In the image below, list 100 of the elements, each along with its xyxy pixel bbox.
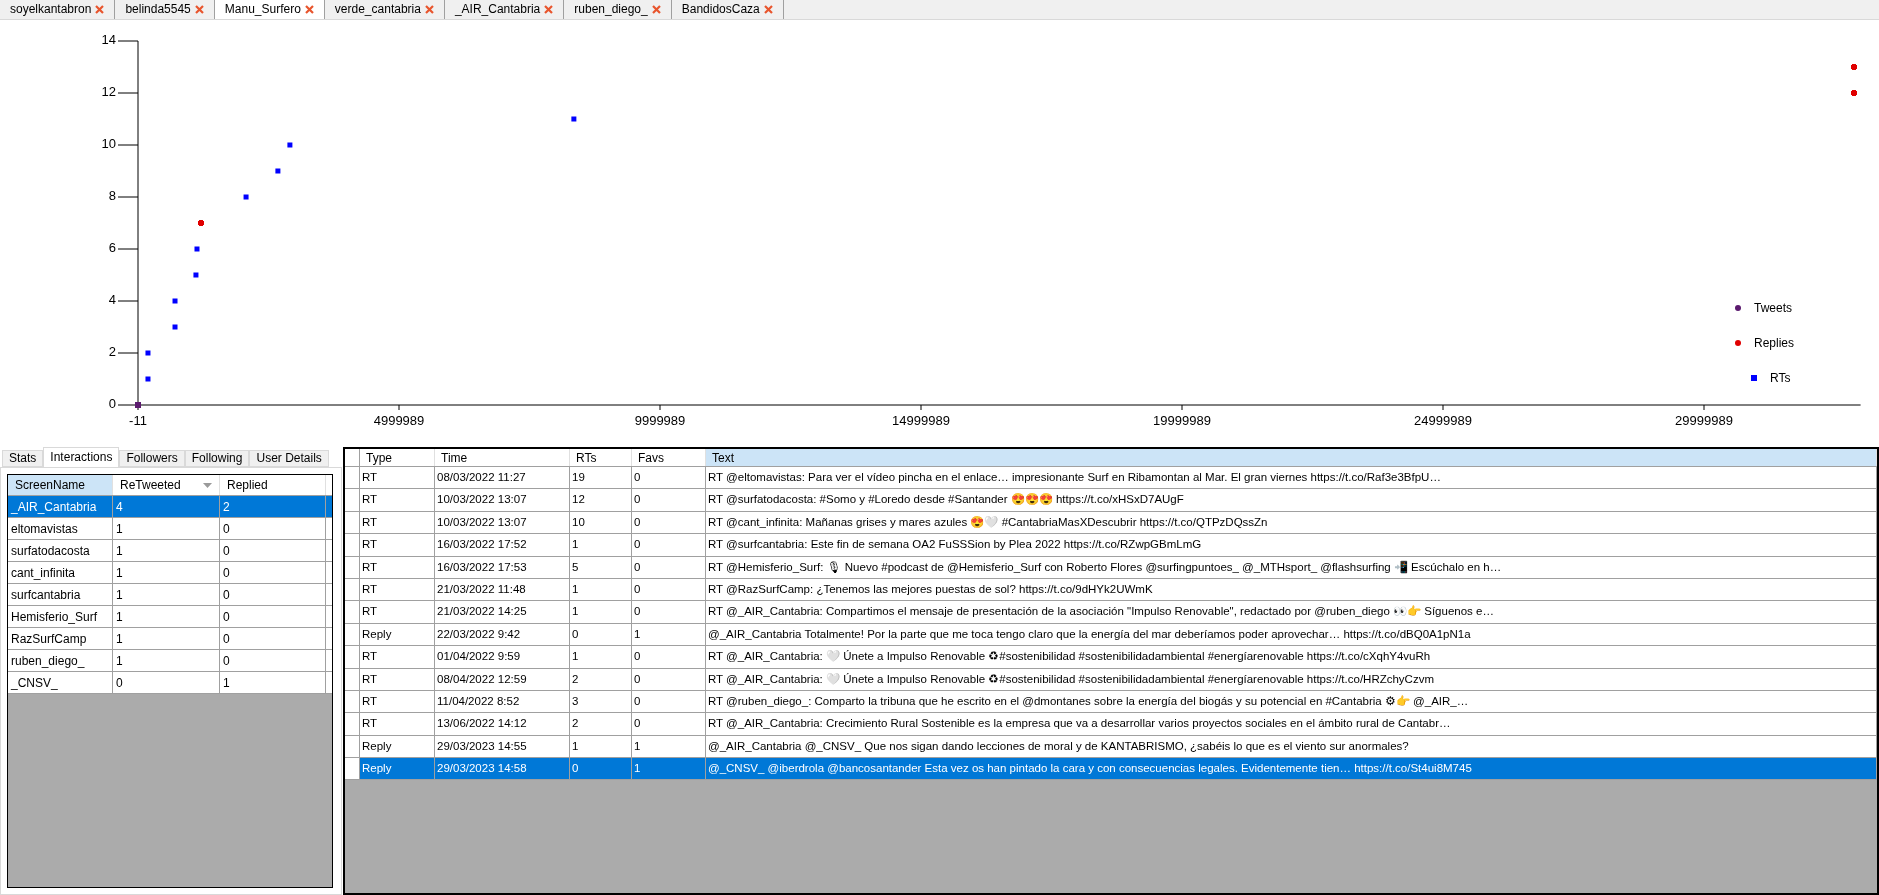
table-cell: 0 bbox=[632, 713, 706, 735]
y-tick-label: 8 bbox=[108, 188, 116, 204]
table-cell: 1 bbox=[113, 628, 220, 649]
table-row[interactable]: Reply 22/03/2022 9:42 0 1 @_AIR_Cantabria Totalmente! Por la parte que me toca tengo claro que la energía del mar deberíamos poder aprovechar… https://t.co/dBQ0A1pN1a bbox=[345, 623, 1877, 647]
table-cell: 0 bbox=[220, 584, 326, 605]
table-cell: 5 bbox=[570, 556, 632, 578]
panel-tab[interactable]: Followers bbox=[119, 450, 185, 467]
table-row[interactable]: _CNSV_ 0 1 bbox=[8, 672, 332, 694]
table-cell: 0 bbox=[632, 668, 706, 690]
y-tick-label: 12 bbox=[101, 84, 116, 100]
table-row[interactable]: RT 16/03/2022 17:52 1 0 RT @surfcantabria: Este fin de semana OA2 FuSSSion by Plea 2022 https://t.co/RZwpGBmLmG bbox=[345, 534, 1877, 557]
table-cell: 1 bbox=[220, 672, 326, 693]
data-point bbox=[197, 219, 205, 227]
table-row[interactable]: RT 11/04/2022 8:52 3 0 RT @ruben_diego_: Comparto la tribuna que he escrito en el @dmontanes sobre la energía del biogás y su potencial en #Cantabria ⚙👉 @_AIR_… bbox=[345, 690, 1877, 714]
table-cell: RT bbox=[360, 511, 435, 534]
x-tick-label: -11 bbox=[129, 413, 147, 428]
table-cell: 1 bbox=[570, 534, 632, 556]
table-row[interactable]: RT 10/03/2022 13:07 10 0 RT @cant_infinita: Mañanas grises y mares azules 😍🤍 #CantabriaMasXDescubrir https://t.co/QTPzDQssZn bbox=[345, 511, 1877, 535]
table-cell: _CNSV_ bbox=[8, 672, 113, 693]
close-icon[interactable] bbox=[763, 4, 773, 14]
data-point bbox=[287, 142, 293, 148]
table-row[interactable]: eltomavistas 1 0 bbox=[8, 518, 332, 540]
table-cell: 16/03/2022 17:53 bbox=[435, 556, 570, 578]
table-row[interactable]: _AIR_Cantabria 4 2 bbox=[8, 496, 332, 518]
table-cell: 0 bbox=[220, 562, 326, 583]
close-icon[interactable] bbox=[194, 4, 204, 14]
column-header[interactable]: Text bbox=[706, 449, 1877, 466]
table-cell: 0 bbox=[570, 623, 632, 646]
table-cell: RT bbox=[360, 601, 435, 623]
table-row[interactable]: RT 21/03/2022 11:48 1 0 RT @RazSurfCamp: ¿Tenemos las mejores puestas de sol? https://t.co/9dHYk2UWmK bbox=[345, 578, 1877, 602]
table-cell: 4 bbox=[113, 496, 220, 517]
close-icon[interactable] bbox=[424, 4, 434, 14]
table-cell: RT bbox=[360, 713, 435, 735]
row-header[interactable] bbox=[345, 758, 360, 780]
x-tick-label: 24999989 bbox=[1414, 413, 1472, 428]
data-point bbox=[172, 298, 178, 304]
close-icon[interactable] bbox=[544, 4, 554, 14]
close-icon[interactable] bbox=[95, 4, 105, 14]
data-point bbox=[172, 324, 178, 330]
column-header[interactable]: ScreenName bbox=[8, 475, 113, 495]
table-cell: RT @surfcantabria: Este fin de semana OA2 FuSSSion by Plea 2022 https://t.co/RZwpGBmLmG bbox=[706, 534, 1877, 556]
data-point bbox=[194, 246, 200, 252]
table-row[interactable]: Reply 29/03/2023 14:55 1 1 @_AIR_Cantabria @_CNSV_ Que nos sigan dando lecciones de moral y de KANTABRISMO, ¿sabéis lo que es el viento sur anormales? bbox=[345, 735, 1877, 759]
table-row[interactable]: Reply 29/03/2023 14:58 0 1 @_CNSV_ @iberdrola @bancosantander Esta vez os han pintado la cara y con consecuencias legales. Evidentemente tien… https://t.co/St4ui8M745 bbox=[345, 758, 1877, 781]
file-tab[interactable]: Manu_Surfero bbox=[214, 0, 325, 19]
table-row[interactable]: cant_infinita 1 0 bbox=[8, 562, 332, 584]
table-cell: @_CNSV_ @iberdrola @bancosantander Esta vez os han pintado la cara y con consecuencias legales. Evidentemente tien… https://t.co/St4ui8M745 bbox=[706, 758, 1877, 780]
y-tick-label: 6 bbox=[108, 240, 116, 256]
panel-tab[interactable]: Interactions bbox=[43, 447, 120, 467]
table-row[interactable]: ruben_diego_ 1 0 bbox=[8, 650, 332, 672]
table-row[interactable]: RT 08/03/2022 11:27 19 0 RT @eltomavistas: Para ver el vídeo pincha en el enlace… impresionante Surf en Ribamontan al Mar. El gran viernes https://t.co/Raf3e3BfpU… bbox=[345, 467, 1877, 490]
table-cell: 12 bbox=[570, 489, 632, 511]
table-row[interactable]: RazSurfCamp 1 0 bbox=[8, 628, 332, 650]
tab-label: Manu_Surfero bbox=[224, 1, 301, 18]
panel-tab[interactable]: Stats bbox=[2, 450, 44, 467]
table-cell: RT @cant_infinita: Mañanas grises y mares azules 😍🤍 #CantabriaMasXDescubrir https://t.co/QTPzDQssZn bbox=[706, 511, 1877, 534]
table-cell: 0 bbox=[632, 690, 706, 713]
table-cell: 2 bbox=[570, 668, 632, 690]
table-row[interactable]: RT 21/03/2022 14:25 1 0 RT @_AIR_Cantabria: Compartimos el mensaje de presentación de la asociación "Impulso Renovable", redactado por @ruben_diego 👀👉 Síguenos e… bbox=[345, 601, 1877, 624]
data-point bbox=[243, 194, 249, 200]
table-cell: 08/04/2022 12:59 bbox=[435, 668, 570, 690]
table-cell: 0 bbox=[632, 534, 706, 556]
table-cell: 2 bbox=[220, 496, 326, 517]
table-cell: 1 bbox=[113, 518, 220, 539]
table-row[interactable]: Hemisferio_Surf 1 0 bbox=[8, 606, 332, 628]
table-cell: @_AIR_Cantabria Totalmente! Por la parte que me toca tengo claro que la energía del mar deberíamos poder aprovechar… https://t.co/dBQ0A1pN1a bbox=[706, 623, 1877, 646]
table-row[interactable]: RT 13/06/2022 14:12 2 0 RT @_AIR_Cantabria: Crecimiento Rural Sostenible es la empresa que va a desarrollar varios proyectos sociales en el ámbito rural de Cantabr… bbox=[345, 713, 1877, 736]
legend-label: RTs bbox=[1770, 371, 1791, 385]
table-cell: @_AIR_Cantabria @_CNSV_ Que nos sigan dando lecciones de moral y de KANTABRISMO, ¿sabéis lo que es el viento sur anormales? bbox=[706, 735, 1877, 758]
table-row[interactable]: surfatodacosta 1 0 bbox=[8, 540, 332, 562]
table-cell: 0 bbox=[220, 540, 326, 561]
panel-tab[interactable]: Following bbox=[184, 450, 250, 467]
data-point bbox=[134, 401, 142, 409]
header-label: ReTweeted bbox=[120, 477, 181, 494]
panel-tab[interactable]: User Details bbox=[249, 450, 329, 467]
table-cell: 0 bbox=[632, 556, 706, 578]
table-row[interactable]: RT 10/03/2022 13:07 12 0 RT @surfatodacosta: #Somo y #Loredo desde #Santander 😍😍😍 https://t.co/xHSxD7AUgF bbox=[345, 489, 1877, 512]
data-point bbox=[571, 116, 577, 122]
table-cell: 21/03/2022 11:48 bbox=[435, 578, 570, 601]
close-icon[interactable] bbox=[651, 4, 661, 14]
data-point bbox=[193, 272, 199, 278]
table-cell: RT bbox=[360, 534, 435, 556]
table-cell: 10 bbox=[570, 511, 632, 534]
table-cell: 1 bbox=[113, 540, 220, 561]
table-row[interactable]: RT 16/03/2022 17:53 5 0 RT @Hemisferio_Surf: 🎙 Nuevo #podcast de @Hemisferio_Surf con Roberto Flores @surfingpuntoes_ @_MTHsport_ @flashsurfing 📲 Escúchalo en h… bbox=[345, 556, 1877, 579]
tab-label: soyelkantabron bbox=[10, 1, 92, 18]
table-cell: 0 bbox=[632, 578, 706, 601]
table-cell: 0 bbox=[632, 467, 706, 489]
table-cell: 1 bbox=[632, 758, 706, 780]
close-icon[interactable] bbox=[304, 4, 314, 14]
table-cell: 0 bbox=[632, 646, 706, 668]
table-cell: RT bbox=[360, 668, 435, 690]
table-row[interactable]: surfcantabria 1 0 bbox=[8, 584, 332, 606]
table-cell: cant_infinita bbox=[8, 562, 113, 583]
x-tick-label: 19999989 bbox=[1153, 413, 1211, 428]
table-cell: 1 bbox=[113, 562, 220, 583]
table-cell: surfcantabria bbox=[8, 584, 113, 605]
table-cell: RT bbox=[360, 690, 435, 713]
table-cell: 0 bbox=[632, 511, 706, 534]
y-tick-label: 14 bbox=[101, 32, 116, 48]
